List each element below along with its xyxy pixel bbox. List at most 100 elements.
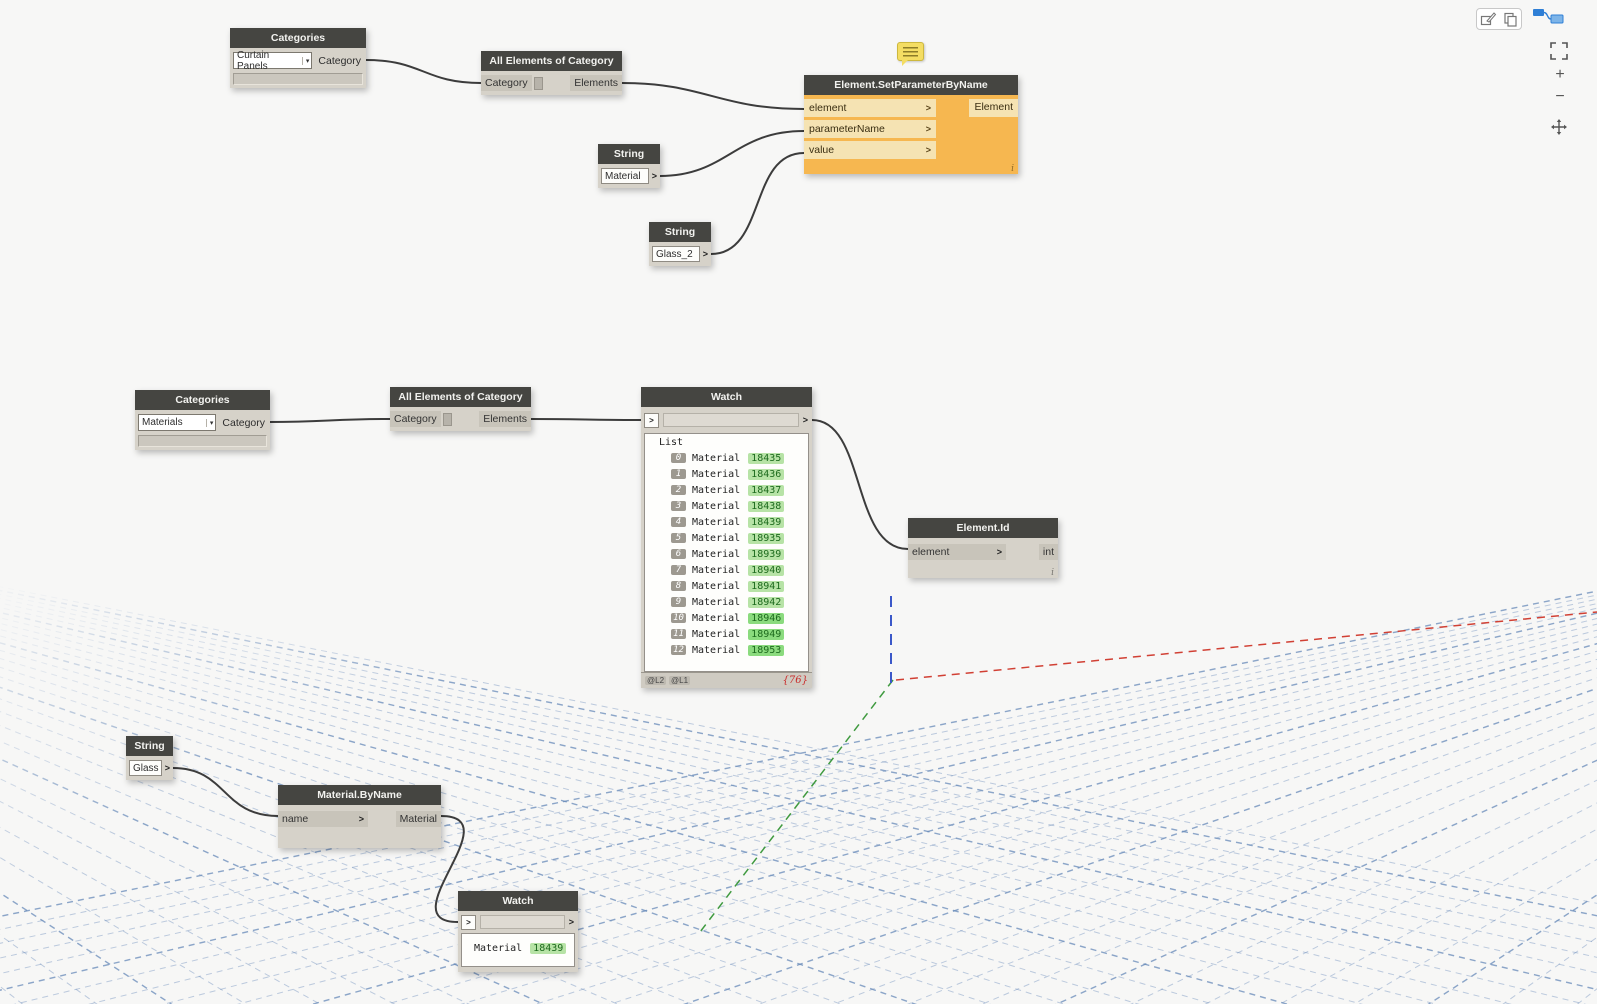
port-label: name bbox=[282, 812, 309, 825]
list-level-badge[interactable]: @L1 bbox=[669, 676, 691, 685]
wire-categories-to-allelements-top[interactable] bbox=[365, 59, 482, 84]
node-all-elements-of-category-mid[interactable]: All Elements of Category Category Elemen… bbox=[390, 387, 531, 431]
node-categories-top[interactable]: Categories Curtain Panels ▾ Category bbox=[230, 28, 366, 88]
port-arrow-icon: > bbox=[996, 546, 1002, 557]
wire-categories-to-allelements-mid[interactable] bbox=[269, 418, 391, 423]
list-index-badge: 0 bbox=[671, 453, 686, 463]
copy-icon[interactable] bbox=[1499, 9, 1521, 29]
watch-list-view: List 0 Material 18435 1 Material 18436 2 Mate… bbox=[644, 433, 809, 672]
output-port-arrow-icon[interactable]: > bbox=[652, 171, 657, 181]
list-item-label: Material bbox=[692, 548, 741, 560]
node-title[interactable]: String bbox=[598, 144, 660, 164]
string-input[interactable]: Glass_2 bbox=[652, 246, 700, 262]
chevron-down-icon: ▾ bbox=[205, 418, 213, 427]
node-title[interactable]: Element.SetParameterByName bbox=[804, 75, 1018, 95]
node-title[interactable]: All Elements of Category bbox=[481, 51, 622, 71]
graph-nodes-icon[interactable] bbox=[1531, 6, 1565, 31]
port-label: element bbox=[809, 102, 847, 114]
pan-icon[interactable] bbox=[1550, 118, 1568, 141]
bubble-text-lines-icon bbox=[903, 47, 918, 57]
dynamo-workspace-canvas[interactable]: Categories Curtain Panels ▾ Category All… bbox=[0, 0, 1597, 1004]
element-id-badge: 18940 bbox=[748, 564, 785, 576]
list-level-badge[interactable]: @L2 bbox=[645, 676, 667, 685]
list-item: 9 Material 18942 bbox=[645, 594, 808, 610]
output-port-arrow-icon[interactable]: > bbox=[165, 763, 170, 773]
wire-string-glass-to-materialbyname[interactable] bbox=[172, 767, 279, 817]
node-watch-single[interactable]: Watch > > Material 18439 bbox=[458, 891, 578, 972]
output-port-category[interactable]: Category bbox=[312, 55, 363, 67]
list-item-label: Material bbox=[692, 612, 741, 624]
category-dropdown[interactable]: Materials ▾ bbox=[138, 414, 217, 431]
node-title[interactable]: Element.Id bbox=[908, 518, 1058, 538]
fit-view-icon[interactable] bbox=[1550, 42, 1568, 65]
node-title[interactable]: Watch bbox=[458, 891, 578, 911]
node-element-setparameterbyname[interactable]: Element.SetParameterByName element > par… bbox=[804, 75, 1018, 174]
list-index-badge: 8 bbox=[671, 581, 686, 591]
list-item-label: Material bbox=[692, 484, 741, 496]
list-item-label: Material bbox=[692, 644, 741, 656]
zoom-out-button[interactable]: − bbox=[1550, 88, 1570, 106]
category-dropdown[interactable]: Curtain Panels ▾ bbox=[233, 50, 313, 72]
axis-y-green bbox=[699, 679, 894, 933]
preview-toolbar bbox=[1476, 8, 1522, 30]
list-item: 8 Material 18941 bbox=[645, 578, 808, 594]
node-title[interactable]: Categories bbox=[135, 390, 270, 410]
output-port-int[interactable]: int bbox=[1038, 543, 1058, 560]
port-arrow-icon: > bbox=[925, 103, 931, 113]
node-categories-mid[interactable]: Categories Materials ▾ Category bbox=[135, 390, 270, 450]
output-port-elements[interactable]: Elements bbox=[570, 75, 622, 91]
axis-x-red bbox=[895, 611, 1597, 681]
input-port-name[interactable]: name > bbox=[278, 810, 368, 827]
input-port-parametername[interactable]: parameterName > bbox=[804, 120, 936, 138]
input-port[interactable]: > bbox=[644, 412, 659, 428]
node-material-byname[interactable]: Material.ByName name > Material bbox=[278, 785, 441, 848]
string-input[interactable]: Material bbox=[601, 168, 649, 184]
node-string-glass2[interactable]: String Glass_2 > bbox=[649, 222, 711, 266]
list-index-badge: 6 bbox=[671, 549, 686, 559]
output-port-arrow-icon[interactable]: > bbox=[703, 249, 708, 259]
output-port-material[interactable]: Material bbox=[395, 810, 441, 827]
camera-export-icon[interactable] bbox=[1477, 9, 1499, 29]
node-all-elements-of-category-top[interactable]: All Elements of Category Category Elemen… bbox=[481, 51, 622, 95]
wire-elements-to-setparameter-element[interactable] bbox=[621, 82, 805, 110]
node-title[interactable]: String bbox=[649, 222, 711, 242]
node-watch-list[interactable]: Watch > > List 0 Material 18435 1 Material 1… bbox=[641, 387, 812, 688]
warning-bubble-icon[interactable] bbox=[897, 42, 924, 66]
list-index-badge: 12 bbox=[671, 645, 686, 655]
output-port[interactable]: > bbox=[803, 415, 809, 425]
wire-string-material-to-parametername[interactable] bbox=[659, 130, 805, 177]
element-id-badge: 18942 bbox=[748, 596, 785, 608]
input-port-element[interactable]: element > bbox=[908, 543, 1006, 560]
element-id-badge: 18439 bbox=[748, 516, 785, 528]
node-title[interactable]: All Elements of Category bbox=[390, 387, 531, 407]
node-title[interactable]: String bbox=[126, 736, 173, 756]
wire-elements-to-watch[interactable] bbox=[530, 418, 642, 421]
output-port-element[interactable]: Element bbox=[969, 99, 1018, 117]
input-port-element[interactable]: element > bbox=[804, 99, 936, 117]
port-label: value bbox=[809, 144, 835, 156]
wire-string-glass2-to-value[interactable] bbox=[710, 152, 805, 255]
node-string-glass[interactable]: String Glass > bbox=[126, 736, 173, 780]
element-id-badge: 18953 bbox=[748, 644, 785, 656]
list-item: 11 Material 18949 bbox=[645, 626, 808, 642]
lacing-indicator: i bbox=[1051, 568, 1054, 578]
list-item-label: Material bbox=[692, 596, 741, 608]
zoom-in-button[interactable]: + bbox=[1550, 66, 1570, 84]
output-port-elements[interactable]: Elements bbox=[479, 411, 531, 427]
watch-item-label: Material bbox=[474, 942, 523, 954]
input-port-category[interactable]: Category bbox=[481, 75, 532, 91]
input-port[interactable]: > bbox=[461, 914, 476, 930]
output-port[interactable]: > bbox=[569, 917, 575, 927]
port-default-box bbox=[533, 76, 543, 90]
node-element-id[interactable]: Element.Id element > int i bbox=[908, 518, 1058, 578]
list-index-badge: 3 bbox=[671, 501, 686, 511]
output-port-category[interactable]: Category bbox=[216, 417, 267, 429]
string-input[interactable]: Glass bbox=[129, 760, 162, 776]
node-title[interactable]: Watch bbox=[641, 387, 812, 407]
node-title[interactable]: Material.ByName bbox=[278, 785, 441, 805]
node-title[interactable]: Categories bbox=[230, 28, 366, 48]
input-port-category[interactable]: Category bbox=[390, 411, 441, 427]
wire-watch-to-elementid[interactable] bbox=[811, 419, 909, 550]
node-string-material[interactable]: String Material > bbox=[598, 144, 660, 188]
input-port-value[interactable]: value > bbox=[804, 141, 936, 159]
